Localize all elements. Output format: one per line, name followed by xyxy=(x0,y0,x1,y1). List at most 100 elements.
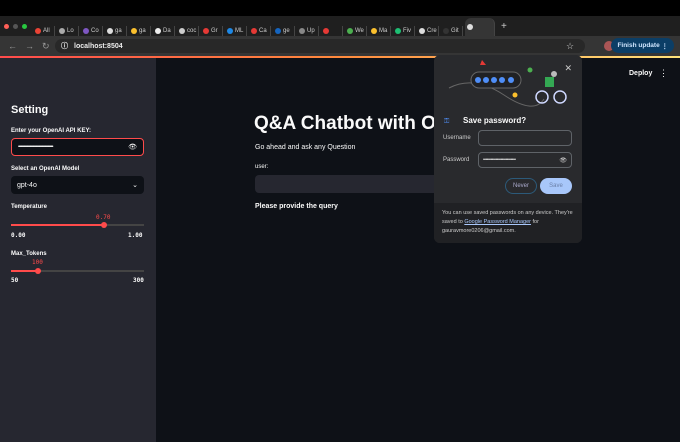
tab-label: Fiv xyxy=(403,28,411,34)
account-email: gauravmore0206@gmail.com. xyxy=(442,228,516,234)
browser-tab[interactable]: We xyxy=(345,26,367,36)
tab-favicon-icon xyxy=(107,28,113,34)
browser-tab[interactable]: ML xyxy=(225,26,247,36)
browser-tab[interactable] xyxy=(321,26,343,36)
max-tokens-min: 50 xyxy=(11,277,19,284)
browser-tab[interactable]: ga xyxy=(105,26,127,36)
browser-tab[interactable]: Da xyxy=(153,26,175,36)
maximize-window-button[interactable] xyxy=(22,23,27,29)
tab-favicon-icon xyxy=(83,28,89,34)
footer-text-2: for xyxy=(532,219,539,225)
password-label: Password xyxy=(443,157,470,163)
tab-label: Ca xyxy=(259,28,267,34)
temperature-max: 1.00 xyxy=(128,232,143,239)
browser-tab[interactable]: Lo xyxy=(57,26,79,36)
api-key-value: ••••••••••••••••••••••••••••••••••••••••… xyxy=(18,144,54,150)
temperature-slider[interactable] xyxy=(11,222,144,228)
new-tab-button[interactable]: + xyxy=(501,21,507,32)
url-text: localhost:8504 xyxy=(74,42,123,50)
browser-tab[interactable]: Ma xyxy=(369,26,391,36)
tab-favicon-icon xyxy=(371,28,377,34)
model-label: Select an OpenAI Model xyxy=(11,166,80,172)
main-content: Q&A Chatbot with O Go ahead and ask any … xyxy=(156,58,680,442)
google-password-manager-link[interactable]: Google Password Manager xyxy=(464,219,531,225)
password-input[interactable]: •••••••••••••••••••••••••• 👁 xyxy=(478,152,572,168)
user-input[interactable] xyxy=(255,175,445,193)
chevron-down-icon: ⌄ xyxy=(132,182,138,189)
minimize-window-button[interactable] xyxy=(13,23,18,29)
key-icon: ⚿ xyxy=(444,118,450,125)
sidebar: Setting Enter your OpenAI API KEY: •••••… xyxy=(0,58,156,442)
back-icon[interactable]: ← xyxy=(8,41,17,51)
save-button[interactable]: Save xyxy=(540,178,572,194)
browser-tab[interactable]: All xyxy=(33,26,55,36)
browser-tab[interactable]: Gr xyxy=(201,26,223,36)
browser-tab[interactable]: Fiv xyxy=(393,26,415,36)
username-input[interactable] xyxy=(478,130,572,146)
temperature-slider-handle[interactable] xyxy=(101,222,108,228)
tab-favicon-icon xyxy=(275,28,281,34)
tab-label: ga xyxy=(115,28,122,34)
subtitle: Go ahead and ask any Question xyxy=(255,144,356,151)
tab-favicon-icon xyxy=(419,28,425,34)
browser-tab[interactable]: Ca xyxy=(249,26,271,36)
api-key-label: Enter your OpenAI API KEY: xyxy=(11,128,92,134)
max-tokens-slider[interactable] xyxy=(11,268,144,274)
max-tokens-slider-handle[interactable] xyxy=(34,268,41,274)
forward-icon[interactable]: → xyxy=(25,41,34,51)
tab-favicon-icon xyxy=(203,28,209,34)
browser-tab[interactable] xyxy=(465,18,495,36)
tab-favicon-icon xyxy=(155,28,161,34)
dialog-title: Save password? xyxy=(463,116,527,125)
tab-label: Up xyxy=(307,28,315,34)
finish-update-label: Finish update xyxy=(617,42,660,49)
tab-favicon-icon xyxy=(59,28,65,34)
never-button[interactable]: Never xyxy=(505,178,537,194)
dialog-footer: You can use saved passwords on any devic… xyxy=(434,203,582,243)
max-tokens-value: 100 xyxy=(32,259,43,266)
deploy-button[interactable]: Deploy xyxy=(629,70,652,77)
tab-label: coc xyxy=(187,28,197,34)
api-key-input[interactable]: ••••••••••••••••••••••••••••••••••••••••… xyxy=(11,138,144,156)
password-value: •••••••••••••••••••••••••• xyxy=(483,157,516,163)
tab-label: Da xyxy=(163,28,171,34)
browser-tab[interactable]: Cre xyxy=(417,26,439,36)
eye-icon[interactable]: 👁 xyxy=(559,157,567,164)
bookmark-star-icon[interactable]: ☆ xyxy=(566,41,574,52)
close-window-button[interactable] xyxy=(4,23,9,29)
tab-favicon-icon xyxy=(467,24,473,30)
browser-tab[interactable]: Up xyxy=(297,26,319,36)
status-message: Please provide the query xyxy=(255,203,338,210)
browser-tab[interactable]: Git xyxy=(441,26,463,36)
tab-label: Cre xyxy=(427,28,437,34)
page-title: Q&A Chatbot with O xyxy=(254,113,436,134)
bike-illustration-icon xyxy=(448,60,567,107)
reload-icon[interactable]: ↻ xyxy=(42,41,50,52)
temperature-label: Temperature xyxy=(11,204,47,210)
model-select[interactable]: gpt-4o ⌄ xyxy=(11,176,144,194)
main-menu-icon[interactable]: ⋮ xyxy=(659,68,668,79)
temperature-value: 0.70 xyxy=(96,214,111,221)
finish-update-button[interactable]: Finish update ⋮ xyxy=(611,38,674,53)
sidebar-title: Setting xyxy=(11,104,49,116)
tab-label: We xyxy=(355,28,364,34)
show-password-eye-icon[interactable]: 👁 xyxy=(128,143,137,151)
model-value: gpt-4o xyxy=(17,181,37,189)
browser-tab[interactable]: Co xyxy=(81,26,103,36)
tab-favicon-icon xyxy=(131,28,137,34)
tab-favicon-icon xyxy=(395,28,401,34)
tab-label: Lo xyxy=(67,28,74,34)
tab-favicon-icon xyxy=(35,28,41,34)
site-info-icon[interactable]: ⓘ xyxy=(61,41,68,51)
url-input[interactable]: ⓘ localhost:8504 xyxy=(55,39,585,53)
save-password-dialog: ✕ ⚿ Save password? Username Password •••… xyxy=(434,55,582,243)
browser-tab[interactable]: coc xyxy=(177,26,199,36)
browser-tab[interactable]: ga xyxy=(129,26,151,36)
browser-tab[interactable]: ge xyxy=(273,26,295,36)
tab-favicon-icon xyxy=(443,28,449,34)
tab-favicon-icon xyxy=(251,28,257,34)
close-icon[interactable]: ✕ xyxy=(564,63,572,74)
max-tokens-label: Max_Tokens xyxy=(11,251,47,257)
user-input-label: user: xyxy=(255,164,269,170)
tab-label: ML xyxy=(235,28,244,34)
